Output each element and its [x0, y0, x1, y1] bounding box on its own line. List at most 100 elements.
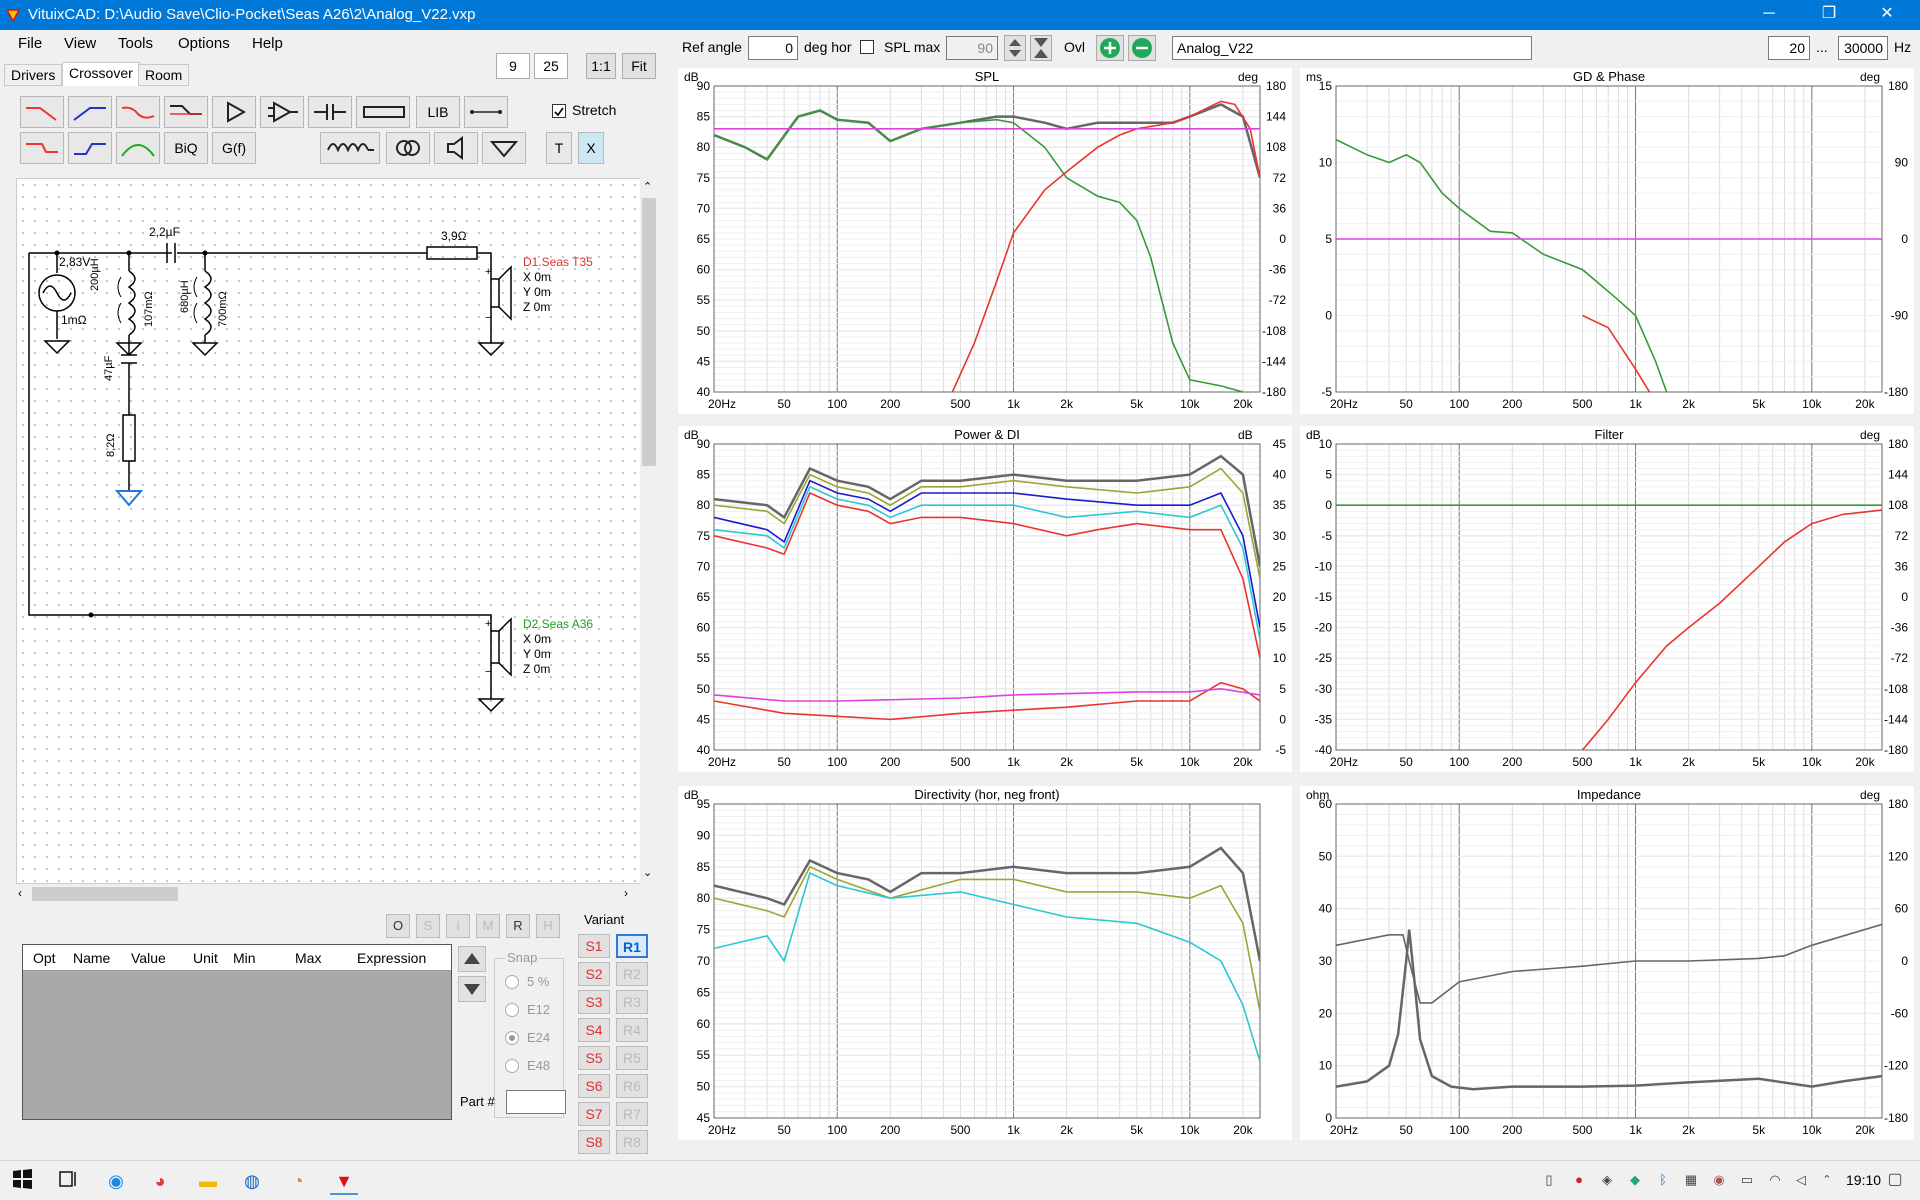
highpass-blue-button[interactable]	[68, 96, 112, 128]
tray-wifi-icon[interactable]: ◠	[1766, 1171, 1784, 1189]
snap-e24-radio[interactable]	[505, 1031, 519, 1045]
opamp-button[interactable]	[260, 96, 304, 128]
tray-expand-icon[interactable]: ⌃	[1818, 1171, 1836, 1189]
variant-r7-button[interactable]: R7	[616, 1102, 648, 1126]
driver-d1-symbol[interactable]	[490, 278, 500, 308]
schematic-canvas[interactable]: + + − − 2,83V 1mΩ 2,2µF 3,9Ω 200µH 107mΩ…	[16, 178, 644, 884]
menu-tools[interactable]: Tools	[118, 35, 153, 52]
menu-options[interactable]: Options	[178, 35, 230, 52]
part-number-field[interactable]	[506, 1090, 566, 1114]
resistor-r2-symbol[interactable]	[122, 414, 136, 462]
resistor-button[interactable]	[356, 96, 410, 128]
scroll-down-icon[interactable]: ⌄	[643, 866, 652, 879]
snap-e48-radio[interactable]	[505, 1059, 519, 1073]
scroll-thumb[interactable]	[642, 198, 656, 466]
scroll-right-icon[interactable]: ›	[624, 886, 628, 900]
tray-volume-icon[interactable]: ◁	[1792, 1171, 1810, 1189]
tray-red-icon[interactable]: ●	[1570, 1171, 1588, 1189]
variant-r3-button[interactable]: R3	[616, 990, 648, 1014]
overlay-add-button[interactable]	[1096, 35, 1124, 61]
col-unit[interactable]: Unit	[193, 950, 218, 966]
delete-button[interactable]: X	[578, 132, 604, 164]
tray-app-icon[interactable]: ◉	[1710, 1171, 1728, 1189]
gd-phase-chart[interactable]: GD & Phase ms deg 15 10 5 0 -5 180 90 0 -90 -180 20Hz…	[1300, 68, 1914, 414]
tray-shield-icon[interactable]: ◈	[1598, 1171, 1616, 1189]
edge-icon[interactable]: ◉	[102, 1167, 130, 1195]
variant-s8-button[interactable]: S8	[578, 1130, 610, 1154]
inductor-l2-symbol[interactable]	[203, 270, 212, 336]
col-min[interactable]: Min	[233, 950, 256, 966]
param-i-button[interactable]: I	[446, 914, 470, 938]
filter-chart[interactable]: Filter dB deg 10 5 0 -5 -10 -15 -20 -25 -30 -35 -40 18…	[1300, 426, 1914, 772]
tray-security-icon[interactable]: ◆	[1626, 1171, 1644, 1189]
spl-normalize-button[interactable]	[1030, 35, 1052, 61]
directivity-chart[interactable]: Directivity (hor, neg front) dB 95 90 85 80 75…	[678, 786, 1292, 1140]
param-r-button[interactable]: R	[506, 914, 530, 938]
close-button[interactable]: ✕	[1864, 0, 1910, 30]
stretch-checkbox[interactable]	[552, 104, 566, 118]
maximize-button[interactable]: ❐	[1806, 0, 1852, 30]
variant-s2-button[interactable]: S2	[578, 962, 610, 986]
ref-angle-field[interactable]: 0	[748, 36, 798, 60]
ground-button[interactable]	[482, 132, 526, 164]
col-max[interactable]: Max	[295, 950, 321, 966]
variant-s3-button[interactable]: S3	[578, 990, 610, 1014]
variant-r6-button[interactable]: R6	[616, 1074, 648, 1098]
tray-bluetooth-icon[interactable]: ᛒ	[1654, 1171, 1672, 1189]
buffer-button[interactable]	[212, 96, 256, 128]
col-name[interactable]: Name	[73, 950, 110, 966]
spl-max-field[interactable]: 90	[946, 36, 998, 60]
param-o-button[interactable]: O	[386, 914, 410, 938]
overlay-name-field[interactable]: Analog_V22	[1172, 36, 1532, 60]
menu-file[interactable]: File	[18, 35, 42, 52]
text-button[interactable]: T	[546, 132, 572, 164]
task-view-icon[interactable]	[54, 1167, 82, 1195]
chrome-icon[interactable]: ◕	[146, 1167, 174, 1195]
snap-5pct-radio[interactable]	[505, 975, 519, 989]
lowpass-red-button[interactable]	[20, 96, 64, 128]
variant-r8-button[interactable]: R8	[616, 1130, 648, 1154]
transformer-button[interactable]	[386, 132, 430, 164]
param-m-button[interactable]: M	[476, 914, 500, 938]
param-h-button[interactable]: H	[536, 914, 560, 938]
firefox-icon[interactable]: ◔	[284, 1167, 312, 1195]
menu-view[interactable]: View	[64, 35, 96, 52]
menu-help[interactable]: Help	[252, 35, 283, 52]
wire-button[interactable]	[464, 96, 508, 128]
capacitor-button[interactable]	[308, 96, 352, 128]
tray-grid-icon[interactable]: ▦	[1682, 1171, 1700, 1189]
biquad-button[interactable]: BiQ	[164, 132, 208, 164]
variant-s6-button[interactable]: S6	[578, 1074, 610, 1098]
library-button[interactable]: LIB	[416, 96, 460, 128]
param-s-button[interactable]: S	[416, 914, 440, 938]
highpass2-blue-button[interactable]	[68, 132, 112, 164]
tray-battery-icon[interactable]: ▭	[1738, 1171, 1756, 1189]
lowpass2-red-button[interactable]	[20, 132, 64, 164]
scroll-up-icon[interactable]: ⌃	[643, 180, 652, 193]
snap-e12-radio[interactable]	[505, 1003, 519, 1017]
notifications-icon[interactable]: ▢	[1886, 1171, 1904, 1189]
file-explorer-icon[interactable]: ▬	[194, 1167, 222, 1195]
variant-s5-button[interactable]: S5	[578, 1046, 610, 1070]
freq-max-field[interactable]: 30000	[1838, 36, 1888, 60]
variant-r4-button[interactable]: R4	[616, 1018, 648, 1042]
variant-s7-button[interactable]: S7	[578, 1102, 610, 1126]
variant-s4-button[interactable]: S4	[578, 1018, 610, 1042]
freq-min-field[interactable]: 20	[1768, 36, 1810, 60]
parameter-table[interactable]: Opt Name Value Unit Min Max Expression	[22, 944, 452, 1120]
move-up-button[interactable]	[458, 946, 486, 972]
spl-chart[interactable]: SPL dB deg 90 85 80 75 70 65 60 55 50 45 40 180 144 108 7…	[678, 68, 1292, 414]
col-value[interactable]: Value	[131, 950, 166, 966]
tray-usb-icon[interactable]: ▯	[1540, 1171, 1558, 1189]
scroll-left-icon[interactable]: ‹	[18, 886, 22, 900]
schematic-vertical-scrollbar[interactable]: ⌃ ⌄	[640, 178, 658, 884]
start-icon[interactable]	[8, 1167, 36, 1195]
impedance-chart[interactable]: Impedance ohm deg 60 50 40 30 20 10 0 180 120 60 0 -60…	[1300, 786, 1914, 1140]
app-blue-icon[interactable]: ◍	[238, 1167, 266, 1195]
inductor-l1-symbol[interactable]	[127, 270, 136, 336]
col-opt[interactable]: Opt	[33, 950, 56, 966]
tab-drivers[interactable]: Drivers	[4, 64, 63, 86]
variant-r1-button[interactable]: R1	[616, 934, 648, 958]
bandpass-green-button[interactable]	[116, 132, 160, 164]
vituixcad-taskbar-icon[interactable]: ▼	[330, 1167, 358, 1195]
